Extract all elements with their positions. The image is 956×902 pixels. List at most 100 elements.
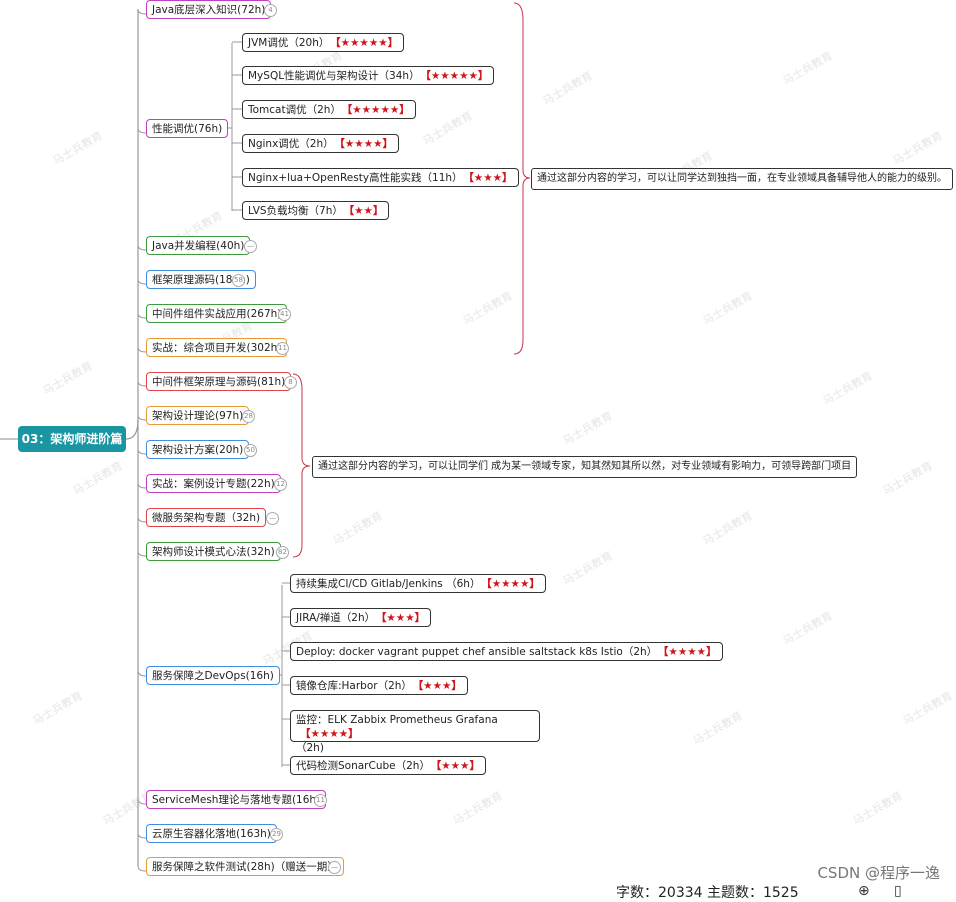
connector <box>137 865 147 872</box>
subtopic-node[interactable]: Nginx调优（2h） 【★★★★】 <box>242 134 400 153</box>
topic-node[interactable]: 服务保障之软件测试(28h)（赠送一期） <box>146 857 344 876</box>
node-label: 架构设计理论(97h) <box>152 410 244 422</box>
node-label: 持续集成CI/CD Gitlab/Jenkins （6h） <box>296 578 481 590</box>
node-label: 微服务架构专题（32h) <box>152 512 261 524</box>
locate-icon[interactable]: ⊕ <box>858 883 870 899</box>
subtopic-node[interactable]: Tomcat调优（2h） 【★★★★★】 <box>242 100 416 119</box>
topic-node[interactable]: 实战：综合项目开发(302h) <box>146 338 288 357</box>
rating-stars: 【★★】 <box>348 205 384 217</box>
rating-stars: 【★★★★★】 <box>346 104 410 116</box>
connector <box>137 244 147 251</box>
node-label: MySQL性能调优与架构设计（34h） <box>248 70 420 82</box>
node-label: Nginx调优（2h） <box>248 138 334 150</box>
topic-node[interactable]: 架构师设计模式心法(32h) <box>146 542 281 561</box>
collapse-count-badge[interactable]: 58 <box>232 274 245 287</box>
root-node[interactable]: 03：架构师进阶篇 <box>18 426 126 452</box>
topic-node[interactable]: 实战：案例设计专题(22h) <box>146 474 281 493</box>
rating-stars: 【★★★★】 <box>663 646 717 658</box>
subtopic-node[interactable]: Nginx+lua+OpenResty高性能实践（11h） 【★★★】 <box>242 168 519 187</box>
connector <box>137 380 147 387</box>
topic-node[interactable]: Java底层深入知识(72h) <box>146 0 272 19</box>
node-label: 代码检测SonarCube（2h） <box>296 760 430 772</box>
topic-node[interactable]: 中间件框架原理与源码(81h) <box>146 372 292 391</box>
subtopic-node[interactable]: 代码检测SonarCube（2h） 【★★★】 <box>290 756 486 775</box>
connector <box>137 832 147 839</box>
node-label: ServiceMesh理论与落地专题(16h) <box>152 794 321 806</box>
subtopic-node[interactable]: 持续集成CI/CD Gitlab/Jenkins （6h） 【★★★★】 <box>290 574 546 593</box>
node-label: 监控：ELK Zabbix Prometheus Grafana <box>296 714 498 726</box>
note-group-b[interactable]: 通过这部分内容的学习，可以让同学们 成为某一领域专家，知其然知其所以然，对专业领… <box>312 456 858 478</box>
collapse-count-badge[interactable]: 11 <box>314 794 327 807</box>
collapse-count-badge[interactable]: 8 <box>284 376 297 389</box>
subtopic-node[interactable]: JVM调优（20h） 【★★★★★】 <box>242 33 405 52</box>
node-label: 镜像仓库:Harbor（2h） <box>296 680 412 692</box>
rating-stars: 【★★★★】 <box>300 728 359 740</box>
node-label: 性能调优(76h) <box>152 123 223 135</box>
connector <box>137 414 147 421</box>
topic-node[interactable]: 云原生容器化落地(163h) <box>146 824 277 843</box>
topic-node-devops[interactable]: 服务保障之DevOps(16h) <box>146 666 280 685</box>
topic-node[interactable]: 性能调优(76h) <box>146 119 229 138</box>
topic-node[interactable]: 中间件组件实战应用(267h) <box>146 304 288 323</box>
collapse-count-badge[interactable]: 12 <box>274 478 287 491</box>
collapse-count-badge[interactable]: 4 <box>264 4 277 17</box>
rating-stars: 【★★★★】 <box>339 138 394 150</box>
rating-stars: 【★★★】 <box>381 612 426 624</box>
node-label: Java并发编程(40h) <box>152 240 245 252</box>
connector <box>137 346 147 353</box>
subtopic-node[interactable]: 镜像仓库:Harbor（2h） 【★★★】 <box>290 676 468 695</box>
connector <box>137 550 147 557</box>
collapse-count-badge[interactable]: 41 <box>278 308 291 321</box>
node-label: Nginx+lua+OpenResty高性能实践（11h） <box>248 172 463 184</box>
rating-stars: 【★★★★】 <box>486 578 540 590</box>
node-label: 服务保障之软件测试(28h)（赠送一期） <box>152 861 338 873</box>
collapse-count-badge[interactable]: 11 <box>276 342 289 355</box>
connector <box>137 8 147 15</box>
node-label: Tomcat调优（2h） <box>248 104 341 116</box>
subtopic-node[interactable]: Deploy: docker vagrant puppet chef ansib… <box>290 642 723 661</box>
collapse-count-badge[interactable]: 29 <box>270 828 283 841</box>
topic-node[interactable]: 架构设计方案(20h) <box>146 440 250 459</box>
rating-stars: 【★★★】 <box>435 760 480 772</box>
topic-node[interactable]: ServiceMesh理论与落地专题(16h) <box>146 790 327 809</box>
collapse-count-badge[interactable]: — <box>328 861 341 874</box>
subtopic-node[interactable]: JIRA/禅道（2h） 【★★★】 <box>290 608 432 627</box>
collapse-count-badge[interactable]: 28 <box>242 410 255 423</box>
collapse-count-badge[interactable]: 82 <box>276 546 289 559</box>
collapse-count-badge[interactable]: — <box>266 512 279 525</box>
subtopic-node[interactable]: 监控：ELK Zabbix Prometheus Grafana 【★★★★】 （2… <box>290 710 540 754</box>
collapse-count-badge[interactable]: — <box>244 240 257 253</box>
node-label: 实战：综合项目开发(302h) <box>152 342 282 354</box>
node-label: 中间件组件实战应用(267h) <box>152 308 282 320</box>
map-icon[interactable]: ▯ <box>894 883 902 899</box>
csdn-watermark: CSDN @程序一逸 <box>817 864 940 882</box>
subtopic-node[interactable]: LVS负载均衡（7h） 【★★】 <box>242 201 390 220</box>
connector <box>137 127 147 134</box>
node-label: 服务保障之DevOps(16h) <box>152 670 274 682</box>
subtopic-node[interactable]: MySQL性能调优与架构设计（34h） 【★★★★★】 <box>242 66 495 85</box>
node-label-line2: （2h) <box>296 742 324 754</box>
connector <box>125 10 139 440</box>
connector <box>137 278 147 285</box>
node-label: 中间件框架原理与源码(81h) <box>152 376 286 388</box>
connector <box>137 312 147 319</box>
node-label: 实战：案例设计专题(22h) <box>152 478 275 490</box>
node-label: 云原生容器化落地(163h) <box>152 828 271 840</box>
connector <box>137 482 147 489</box>
note-group-a[interactable]: 通过这部分内容的学习，可以让同学达到独挡一面，在专业领域具备辅导他人的能力的级别… <box>531 168 953 190</box>
node-label: 架构师设计模式心法(32h) <box>152 546 275 558</box>
topic-node[interactable]: 架构设计理论(97h) <box>146 406 250 425</box>
topic-node[interactable]: Java并发编程(40h) <box>146 236 251 255</box>
node-label: LVS负载均衡（7h） <box>248 205 343 217</box>
collapse-count-badge[interactable]: 50 <box>244 444 257 457</box>
connector <box>137 448 147 455</box>
connector <box>137 516 147 523</box>
node-label: 架构设计方案(20h) <box>152 444 244 456</box>
connector <box>137 669 147 677</box>
node-label: JVM调优（20h） <box>248 37 330 49</box>
topic-node[interactable]: 微服务架构专题（32h) <box>146 508 267 527</box>
node-label: Java底层深入知识(72h) <box>152 4 266 16</box>
node-label: JIRA/禅道（2h） <box>296 612 376 624</box>
rating-stars: 【★★★★★】 <box>425 70 489 82</box>
connector <box>292 373 311 558</box>
